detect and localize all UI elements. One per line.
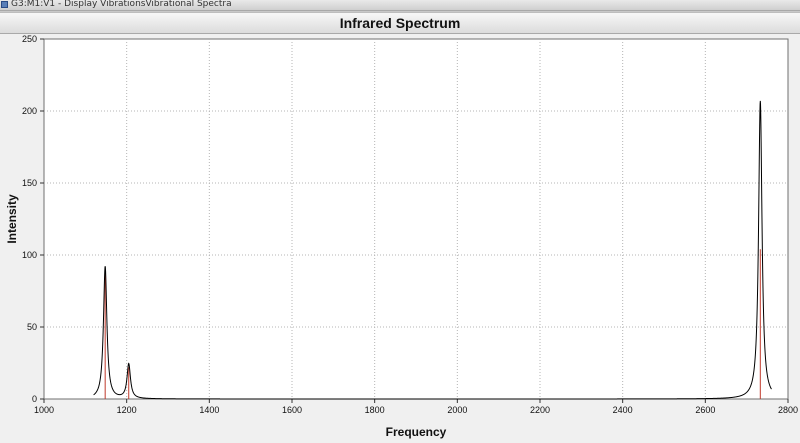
x-tick-label: 2000 [447, 405, 467, 415]
y-tick-label: 150 [22, 178, 37, 188]
y-tick-label: 50 [27, 322, 37, 332]
infrared-spectrum-chart: 1000 1200 1400 1600 1800 2000 2200 2400 2600 2800… [5, 34, 798, 439]
x-tick-label: 1600 [282, 405, 302, 415]
x-tick-label: 2600 [695, 405, 715, 415]
x-tick-label: 1400 [199, 405, 219, 415]
x-tick-label: 1000 [34, 405, 54, 415]
y-tick-label: 100 [22, 250, 37, 260]
x-tick-label: 2200 [530, 405, 550, 415]
y-tick-label: 200 [22, 106, 37, 116]
y-tick-label: 0 [32, 394, 37, 404]
y-axis-label: Intensity [5, 194, 19, 244]
x-tick-label: 2800 [778, 405, 798, 415]
x-tick-label: 2400 [613, 405, 633, 415]
x-tick-label: 1200 [117, 405, 137, 415]
x-tick-label: 1800 [365, 405, 385, 415]
app-window: G3:M1:V1 - Display VibrationsVibrational… [0, 0, 800, 443]
x-axis-label: Frequency [386, 425, 447, 439]
plot-area [43, 38, 789, 400]
y-tick-label: 250 [22, 34, 37, 44]
